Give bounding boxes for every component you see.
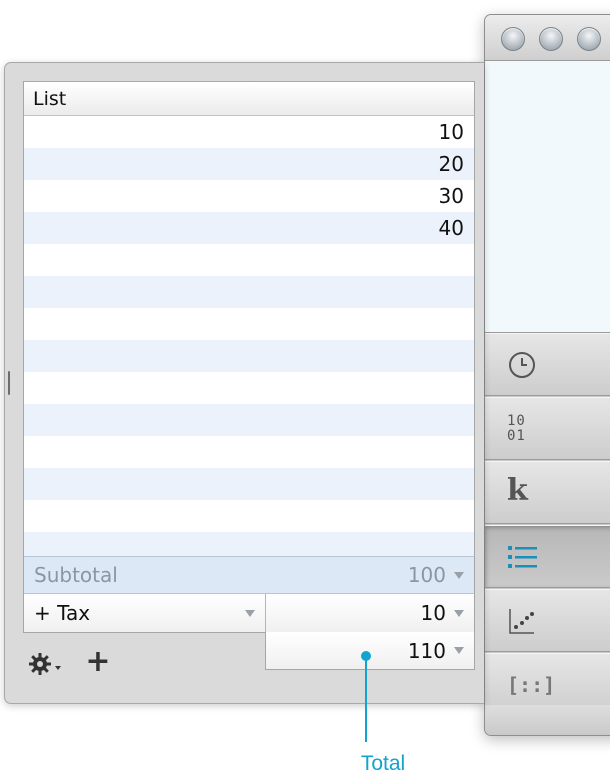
list-item-empty[interactable] xyxy=(24,404,474,436)
tax-row: + Tax 10 xyxy=(24,594,474,632)
tax-value-field[interactable]: 10 xyxy=(266,594,474,632)
list-item-empty[interactable] xyxy=(24,372,474,404)
subtotal-label: Subtotal xyxy=(34,563,118,587)
subtotal-row[interactable]: Subtotal 100 xyxy=(24,556,474,594)
list-drawer: List 10 20 30 40 Subtotal 100 + Tax 10 1… xyxy=(4,62,484,704)
action-menu-button[interactable] xyxy=(27,649,67,679)
total-value: 110 xyxy=(407,638,446,663)
list-item-empty[interactable] xyxy=(24,308,474,340)
chevron-down-icon[interactable] xyxy=(454,609,464,617)
tax-operation-select[interactable]: + Tax xyxy=(24,594,266,632)
constants-button[interactable]: k xyxy=(485,461,610,524)
list-item-value: 10 xyxy=(438,120,464,144)
plot-button[interactable] xyxy=(485,589,610,652)
tax-value: 10 xyxy=(420,601,446,625)
calculator-window: 10 01 k [::] xyxy=(484,14,610,736)
scatter-plot-icon xyxy=(509,608,534,634)
close-window-button[interactable] xyxy=(501,27,525,51)
list-item-empty[interactable] xyxy=(24,436,474,468)
matrix-icon: [::] xyxy=(507,672,556,697)
list-item-empty[interactable] xyxy=(24,500,474,532)
chevron-down-icon xyxy=(55,666,61,670)
subtotal-value: 100 xyxy=(407,563,446,587)
list-item[interactable]: 20 xyxy=(24,148,474,180)
drawer-resize-handle[interactable] xyxy=(8,371,10,395)
window-titlebar xyxy=(485,15,610,61)
calculator-display xyxy=(485,61,610,333)
callout-line xyxy=(365,656,367,742)
gear-icon xyxy=(29,653,51,675)
list-panel: List 10 20 30 40 Subtotal 100 + Tax 10 xyxy=(23,81,475,633)
list-column-header[interactable]: List xyxy=(24,82,474,116)
tax-label: + Tax xyxy=(34,601,91,625)
list-item-empty[interactable] xyxy=(24,340,474,372)
zoom-window-button[interactable] xyxy=(577,27,601,51)
callout-label: Total xyxy=(360,752,406,775)
list-item-empty[interactable] xyxy=(24,532,474,556)
chevron-down-icon[interactable] xyxy=(454,571,464,579)
list-item[interactable]: 30 xyxy=(24,180,474,212)
list-item[interactable]: 10 xyxy=(24,116,474,148)
list-mode-button[interactable] xyxy=(485,525,610,588)
chevron-down-icon xyxy=(245,609,255,617)
list-item[interactable]: 40 xyxy=(24,212,474,244)
clock-icon xyxy=(509,351,535,378)
binary-icon: 10 01 xyxy=(507,412,526,444)
list-item-empty[interactable] xyxy=(24,468,474,500)
window-bottom-bar xyxy=(485,705,610,735)
list-item-value: 30 xyxy=(438,184,464,208)
list-item-empty[interactable] xyxy=(24,244,474,276)
list-icon xyxy=(508,545,537,568)
history-button[interactable] xyxy=(485,333,610,396)
list-item-value: 40 xyxy=(438,216,464,240)
add-row-button[interactable]: + xyxy=(83,645,113,679)
list-item-empty[interactable] xyxy=(24,276,474,308)
list-item-value: 20 xyxy=(438,152,464,176)
programmer-button[interactable]: 10 01 xyxy=(485,397,610,460)
constants-icon: k xyxy=(507,473,528,508)
minimize-window-button[interactable] xyxy=(539,27,563,51)
list-body[interactable]: 10 20 30 40 xyxy=(24,116,474,556)
total-field[interactable]: 110 xyxy=(265,632,475,670)
list-header-label: List xyxy=(33,87,67,110)
chevron-down-icon[interactable] xyxy=(454,647,464,654)
